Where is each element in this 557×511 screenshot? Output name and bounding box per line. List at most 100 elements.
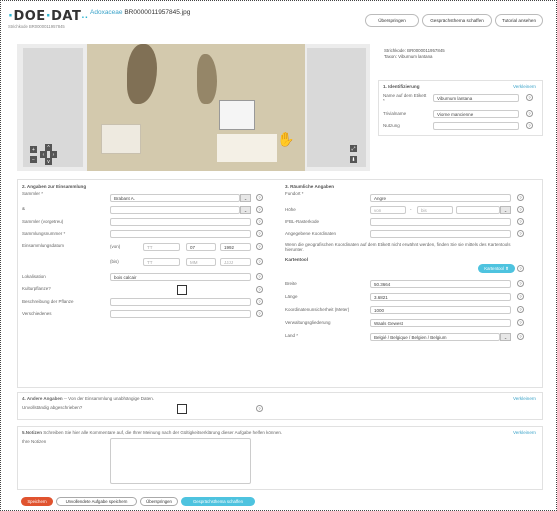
save-incomplete-button[interactable]: Unvollendete Aufgabe speichern [56, 497, 137, 506]
given-coords-input[interactable] [370, 230, 511, 238]
specimen-image[interactable] [87, 44, 305, 171]
zoom-out-icon[interactable]: − [30, 156, 37, 163]
help-icon[interactable]: ? [517, 218, 524, 225]
zoom-in-icon[interactable]: + [30, 146, 37, 153]
label-name-input[interactable]: Viburnum lantana [433, 94, 519, 102]
country-dropdown-icon[interactable]: ⌄ [500, 333, 511, 341]
uncertainty-label: Koordinatenunsicherheit (Meter) [285, 307, 350, 312]
logo-dots: ·· [81, 13, 89, 22]
latitude-input[interactable]: 50.3664 [370, 280, 511, 288]
altitude-to-input[interactable]: bis [417, 206, 453, 214]
co-collector-input[interactable] [110, 206, 240, 214]
skip-button-bottom[interactable]: Überspringen [140, 497, 178, 506]
map-tool-button[interactable]: Kartentool ⬆ [478, 264, 515, 273]
help-icon[interactable]: ? [256, 258, 263, 265]
incomplete-checkbox[interactable] [177, 404, 187, 414]
collector-dropdown-icon[interactable]: ⌄ [240, 194, 251, 202]
misc-input[interactable] [110, 310, 251, 318]
date-from-day-input[interactable]: TT [143, 243, 180, 251]
date-from-month-input[interactable]: 07 [186, 243, 216, 251]
create-topic-button-bottom[interactable]: Gesprächsthema schaffen [181, 497, 255, 506]
spatial-title: 3. Räumliche Angaben [285, 184, 335, 189]
help-icon[interactable]: ? [517, 306, 524, 313]
notes-textarea[interactable] [110, 438, 251, 484]
notes-collapse-link[interactable]: Verkleinern [513, 430, 536, 435]
help-icon[interactable]: ? [256, 206, 263, 213]
identification-title: 1. Identifizierung [383, 84, 420, 89]
help-icon[interactable]: ? [256, 194, 263, 201]
other-info-heading: 4. Andere Angaben -- Von der Einsammlung… [22, 396, 154, 401]
locality-input[interactable]: bois calcair [110, 273, 251, 281]
help-icon[interactable]: ? [256, 286, 263, 293]
help-icon[interactable]: ? [256, 273, 263, 280]
pan-right-icon[interactable]: › [50, 151, 57, 158]
common-name-input[interactable]: Viorne mancienne [433, 110, 519, 118]
locality-place-input[interactable]: Angre [370, 194, 511, 202]
help-icon[interactable]: ? [256, 230, 263, 237]
taxon-info: Strichkode: BR0000011957845 Taxon: Vibur… [384, 48, 445, 60]
logo-part-b: DAT [51, 9, 82, 24]
ifbl-input[interactable] [370, 218, 511, 226]
help-icon[interactable]: ? [256, 243, 263, 250]
collection-title: 2. Angaben zur Einsammlung [22, 184, 87, 189]
collector-input[interactable]: Brabant A. [110, 194, 240, 202]
specimen-label [101, 124, 141, 154]
altitude-unit-select[interactable] [456, 206, 500, 214]
admin-division-input[interactable]: Waals Gewest [370, 319, 511, 327]
help-icon[interactable]: ? [256, 310, 263, 317]
date-to-day-input[interactable]: TT [143, 258, 180, 266]
help-icon[interactable]: ? [517, 206, 524, 213]
help-icon[interactable]: ? [256, 405, 263, 412]
help-icon[interactable]: ? [526, 110, 533, 117]
collection-number-input[interactable] [110, 230, 251, 238]
specimen-label [217, 134, 277, 162]
longitude-input[interactable]: 3.6821 [370, 293, 511, 301]
pan-down-icon[interactable]: v [45, 158, 52, 165]
country-label: Land * [285, 333, 299, 338]
plant-description-input[interactable] [110, 298, 251, 306]
pan-up-icon[interactable]: ^ [45, 144, 52, 151]
latitude-label: Breite [285, 281, 297, 286]
help-icon[interactable]: ? [517, 265, 524, 272]
help-icon[interactable]: ? [517, 194, 524, 201]
download-icon[interactable]: ⬇ [350, 156, 357, 163]
drag-hand-icon[interactable]: ✋ [277, 131, 294, 148]
help-icon[interactable]: ? [517, 319, 524, 326]
help-icon[interactable]: ? [517, 280, 524, 287]
uncertainty-input[interactable]: 1000 [370, 306, 511, 314]
date-to-year-input[interactable]: JJJJ [220, 258, 251, 266]
taxon-name: Taxon: Viburnum lantana [384, 54, 433, 59]
pan-left-icon[interactable]: ‹ [40, 151, 47, 158]
date-from-year-input[interactable]: 1992 [220, 243, 251, 251]
skip-button-top[interactable]: Überspringen [365, 14, 419, 27]
help-icon[interactable]: ? [256, 218, 263, 225]
help-icon[interactable]: ? [517, 333, 524, 340]
notes-subtitle: Schreiben Sie hier alle Kommentare auf, … [43, 430, 283, 435]
collector-verbatim-input[interactable] [110, 218, 251, 226]
help-icon[interactable]: ? [526, 94, 533, 101]
notes-heading: 5.Notizen Schreiben Sie hier alle Kommen… [22, 430, 502, 435]
country-input[interactable]: Belgié / Belgique / Belgien / Belgium [370, 333, 500, 341]
date-to-label: (bis) [110, 259, 119, 264]
image-viewer[interactable]: + − ‹ › ^ v ⤢ ⬇ [17, 44, 370, 171]
tutorial-button[interactable]: Tutorial ansehen [495, 14, 543, 27]
help-icon[interactable]: ? [256, 298, 263, 305]
fullscreen-icon[interactable]: ⤢ [350, 145, 357, 152]
title-family: Adoxaceae [90, 9, 123, 16]
altitude-from-input[interactable]: von [370, 206, 406, 214]
plant-description-label: Beschreibung der Pflanze [22, 299, 74, 304]
other-info-subtitle: -- Von der Einsammlung unabhängige Daten… [62, 396, 154, 401]
co-collector-dropdown-icon[interactable]: ⌄ [240, 206, 251, 214]
other-info-collapse-link[interactable]: Verkleinern [513, 396, 536, 401]
altitude-unit-dropdown-icon[interactable]: ⌄ [500, 206, 511, 214]
help-icon[interactable]: ? [517, 293, 524, 300]
date-to-month-input[interactable]: MM [186, 258, 216, 266]
identification-collapse-link[interactable]: Verkleinern [513, 84, 536, 89]
create-topic-button-top[interactable]: Gesprächsthema schaffen [422, 14, 492, 27]
save-button[interactable]: Speichern [21, 497, 53, 506]
usage-input[interactable] [433, 122, 519, 130]
help-icon[interactable]: ? [517, 230, 524, 237]
help-icon[interactable]: ? [526, 122, 533, 129]
cultivated-checkbox[interactable] [177, 285, 187, 295]
identification-label: Trivialname [383, 111, 407, 116]
